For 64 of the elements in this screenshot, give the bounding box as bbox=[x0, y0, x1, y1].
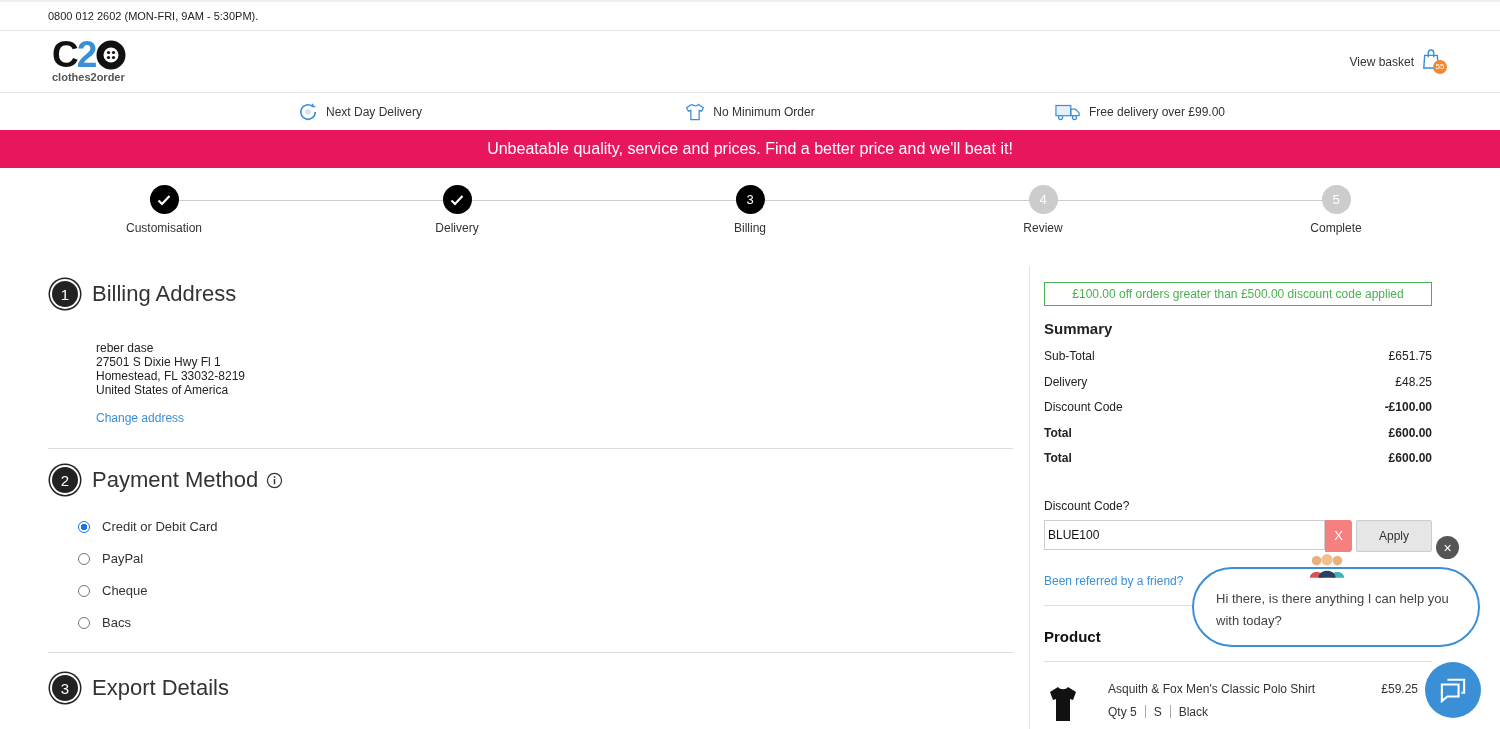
chat-bubble[interactable]: Hi there, is there anything I can help you with today? bbox=[1192, 567, 1480, 647]
discount-code-field[interactable]: BLUE100 bbox=[1044, 519, 1325, 550]
t-shirt-icon bbox=[685, 101, 706, 122]
step-label: Customisation bbox=[126, 221, 202, 235]
checkmark-icon bbox=[157, 193, 171, 206]
support-team-drawing bbox=[1308, 551, 1346, 578]
product-price: £59.25 bbox=[1381, 681, 1418, 696]
referral-link[interactable]: Been referred by a friend? bbox=[1044, 573, 1184, 588]
checkmark-icon bbox=[450, 193, 464, 206]
discount-applied-notice: £100.00 off orders greater than £500.00 discount code applied bbox=[1044, 282, 1432, 306]
summary-label: Sub-Total bbox=[1044, 349, 1095, 365]
address-line: reber dase bbox=[96, 341, 155, 355]
view-basket-link[interactable]: View basket bbox=[1349, 54, 1414, 69]
product-detail: Qty 5 bbox=[1108, 704, 1137, 719]
usp-label: Free delivery over £99.00 bbox=[1088, 104, 1226, 119]
summary-label: Discount Code bbox=[1044, 400, 1123, 416]
section-title: Payment Method bbox=[92, 467, 259, 493]
logo[interactable]: C2 clothes2order bbox=[52, 40, 127, 83]
summary-value: £651.75 bbox=[1388, 349, 1432, 365]
info-icon[interactable] bbox=[266, 471, 284, 489]
apply-button[interactable]: Apply bbox=[1356, 519, 1432, 552]
chat-icon bbox=[1439, 677, 1467, 703]
payment-option-label[interactable]: Bacs bbox=[102, 615, 131, 630]
discount-code-label: Discount Code? bbox=[1044, 498, 1131, 513]
address-line: 27501 S Dixie Hwy Fl 1 bbox=[96, 355, 222, 369]
step-label: Delivery bbox=[435, 221, 479, 235]
summary-value: £48.25 bbox=[1395, 374, 1432, 391]
promo-banner: Unbeatable quality, service and prices. Find a better price and we'll beat it! bbox=[0, 130, 1500, 168]
usp-label: Next Day Delivery bbox=[326, 104, 422, 119]
change-address-link[interactable]: Change address bbox=[96, 411, 185, 425]
summary-value: £600.00 bbox=[1388, 425, 1432, 442]
polo-shirt-icon bbox=[1048, 685, 1078, 722]
address-line: Homestead, FL 33032-8219 bbox=[96, 369, 246, 383]
chat-message: Hi there, is there anything I can help you with today? bbox=[1216, 591, 1449, 628]
product-name: Asquith & Fox Men's Classic Polo Shirt bbox=[1108, 681, 1317, 696]
phone-number: 0800 012 2602 (MON-FRI, 9AM - 5:30PM). bbox=[48, 10, 259, 22]
summary-label: Delivery bbox=[1044, 374, 1088, 391]
section-number: 1 bbox=[52, 281, 78, 307]
close-button[interactable]: × bbox=[1436, 536, 1459, 559]
summary-value: -£100.00 bbox=[1384, 400, 1432, 416]
payment-option-label[interactable]: PayPal bbox=[102, 551, 144, 566]
product-detail: Black bbox=[1178, 704, 1209, 719]
summary-label: Total bbox=[1044, 425, 1072, 442]
section-title: Export Details bbox=[92, 675, 229, 701]
section-number: 2 bbox=[52, 467, 78, 493]
payment-option-label[interactable]: Cheque bbox=[102, 583, 148, 598]
summary-title: Summary bbox=[1044, 320, 1114, 337]
product-detail: S bbox=[1153, 704, 1162, 719]
usp-label: No Minimum Order bbox=[713, 104, 815, 119]
step-number: 3 bbox=[735, 185, 765, 214]
chat-button[interactable] bbox=[1425, 662, 1481, 718]
product-heading: Product bbox=[1044, 627, 1102, 645]
step-label: Complete bbox=[1310, 221, 1362, 235]
summary-label: Total bbox=[1044, 451, 1072, 467]
section-title: Billing Address bbox=[92, 281, 237, 307]
clock-icon bbox=[298, 101, 318, 122]
address-line: United States of America bbox=[96, 383, 230, 397]
payment-option-label[interactable]: Credit or Debit Card bbox=[102, 519, 218, 534]
basket-count-badge: 55 bbox=[1433, 59, 1447, 74]
section-number: 3 bbox=[52, 675, 78, 701]
step-label: Billing bbox=[734, 221, 766, 235]
radio-button[interactable] bbox=[78, 520, 90, 533]
summary-value: £600.00 bbox=[1388, 451, 1432, 467]
step-label: Review bbox=[1023, 221, 1063, 235]
